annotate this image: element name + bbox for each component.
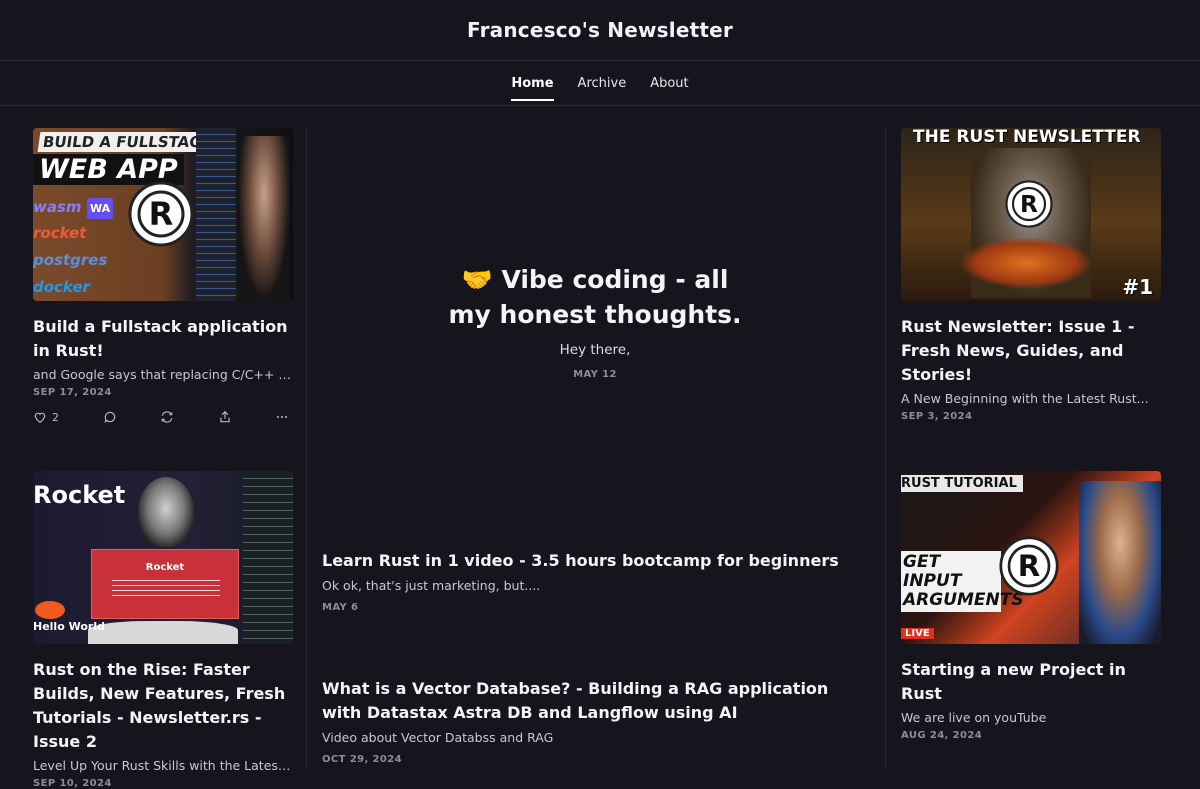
crab-illustration [961, 238, 1091, 288]
post-title[interactable]: Starting a new Project in Rust [901, 658, 1161, 706]
thumb-text: BUILD A FULLSTACK [37, 132, 218, 152]
post-vector-database[interactable]: What is a Vector Database? - Building a … [322, 677, 862, 765]
comment-button[interactable] [103, 410, 117, 424]
post-thumbnail[interactable]: Rocket Rocket Hello World [33, 471, 293, 644]
column-divider-left [306, 126, 307, 768]
post-card-newsletter-issue-2[interactable]: Rocket Rocket Hello World Rust on the Ri… [33, 471, 293, 789]
thumb-text: Hello World [33, 620, 105, 633]
nav-home[interactable]: Home [510, 61, 554, 106]
repost-icon [161, 411, 173, 423]
post-title[interactable]: Build a Fullstack application in Rust! [33, 315, 293, 363]
main-nav: Home Archive About [0, 61, 1200, 106]
ferris-crab-icon [35, 601, 65, 619]
handshake-icon: 🤝 [461, 265, 493, 294]
presenter-photo [1079, 481, 1161, 644]
post-subtitle: Video about Vector Databss and RAG [322, 730, 554, 745]
post-subtitle: Level Up Your Rust Skills with the Lates… [33, 758, 293, 773]
like-button[interactable]: 2 [33, 410, 59, 424]
more-options-button[interactable] [275, 410, 289, 424]
post-subtitle: Ok ok, that's just marketing, but.... [322, 578, 541, 593]
site-title[interactable]: Francesco's Newsletter [467, 18, 733, 42]
post-learn-rust[interactable]: Learn Rust in 1 video - 3.5 hours bootca… [322, 549, 862, 613]
post-card-fullstack[interactable]: BUILD A FULLSTACK WEB APP wasm WA rocket… [33, 128, 293, 424]
thumb-text: rocket [33, 224, 87, 242]
presenter-photo [238, 136, 290, 301]
post-subtitle: A New Beginning with the Latest Rust... [901, 391, 1149, 406]
post-title[interactable]: Rust on the Rise: Faster Builds, New Fea… [33, 658, 293, 754]
column-divider-right [885, 126, 886, 768]
post-subtitle: We are live on youTube [901, 710, 1047, 725]
thumb-text: #1 [1122, 275, 1153, 299]
presenter-photo [138, 477, 194, 547]
like-count: 2 [52, 410, 59, 424]
post-card-newsletter-issue-1[interactable]: THE RUST NEWSLETTER R #1 Rust Newsletter… [901, 128, 1161, 422]
heart-icon [34, 412, 46, 423]
post-date: OCT 29, 2024 [322, 754, 402, 765]
post-card-new-project[interactable]: RUST TUTORIAL GET INPUT ARGUMENTS R LIVE… [901, 471, 1161, 741]
featured-post-subtitle: Hey there, [559, 342, 631, 358]
nav-about[interactable]: About [649, 61, 689, 106]
post-thumbnail[interactable]: BUILD A FULLSTACK WEB APP wasm WA rocket… [33, 128, 293, 301]
featured-post-date: MAY 12 [573, 369, 617, 380]
restack-button[interactable] [160, 410, 174, 424]
rocket-popup: Rocket [91, 549, 239, 619]
thumb-text: wasm [33, 198, 82, 216]
thumb-text: postgres [33, 251, 108, 269]
site-header: Francesco's Newsletter [0, 0, 1200, 61]
popup-lines [112, 580, 220, 596]
rust-logo-icon: R [128, 181, 194, 247]
featured-post[interactable]: 🤝 Vibe coding - all my honest thoughts. … [440, 262, 750, 380]
thumb-text: Rocket [33, 481, 126, 509]
featured-post-title[interactable]: 🤝 Vibe coding - all my honest thoughts. [440, 262, 750, 332]
thumb-text: RUST TUTORIAL [901, 475, 1023, 492]
nav-archive[interactable]: Archive [577, 61, 628, 106]
thumb-text: Rocket [145, 562, 185, 573]
featured-title-text: Vibe coding - all my honest thoughts. [448, 265, 742, 329]
post-date: MAY 6 [322, 602, 359, 613]
hands-illustration [88, 621, 238, 644]
svg-text:R: R [1018, 549, 1040, 583]
post-date: SEP 3, 2024 [901, 411, 973, 422]
svg-text:R: R [1020, 191, 1038, 218]
post-title[interactable]: Rust Newsletter: Issue 1 - Fresh News, G… [901, 315, 1161, 387]
thumb-text: LIVE [901, 628, 934, 639]
post-title[interactable]: Learn Rust in 1 video - 3.5 hours bootca… [322, 549, 862, 573]
more-icon [276, 415, 288, 419]
thumb-text: GET INPUT ARGUMENTS [901, 551, 1024, 612]
share-icon [219, 410, 230, 423]
rust-logo-icon: R [999, 536, 1059, 596]
post-title[interactable]: What is a Vector Database? - Building a … [322, 677, 862, 725]
svg-text:R: R [149, 195, 174, 233]
share-button[interactable] [218, 410, 232, 424]
post-date: SEP 17, 2024 [33, 387, 112, 398]
post-actions: 2 [33, 410, 289, 424]
rust-logo-icon: R [1005, 180, 1053, 228]
thumb-text: THE RUST NEWSLETTER [913, 128, 1141, 147]
post-subtitle: and Google says that replacing C/C++ in.… [33, 367, 293, 382]
post-date: AUG 24, 2024 [901, 730, 983, 741]
post-date: SEP 10, 2024 [33, 778, 112, 789]
thumb-text: docker [33, 278, 90, 296]
code-panel [196, 128, 236, 301]
post-thumbnail[interactable]: RUST TUTORIAL GET INPUT ARGUMENTS R LIVE [901, 471, 1161, 644]
post-thumbnail[interactable]: THE RUST NEWSLETTER R #1 [901, 128, 1161, 301]
code-panel [243, 471, 293, 644]
thumb-text: WA [87, 198, 114, 219]
comment-icon [103, 411, 115, 423]
